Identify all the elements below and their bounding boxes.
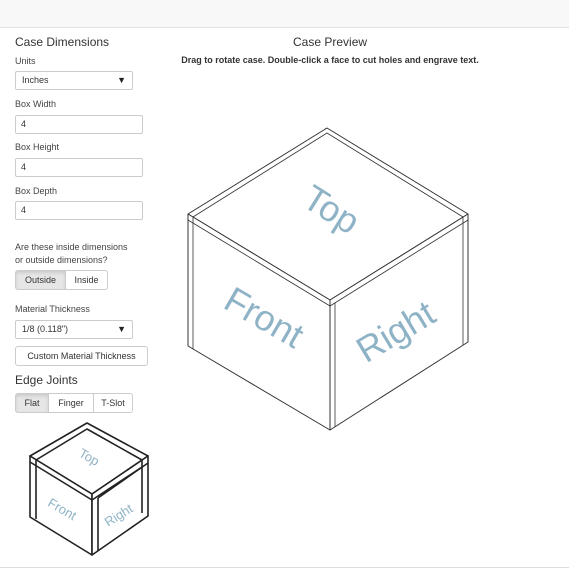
outside-button[interactable]: Outside (15, 270, 66, 290)
box-depth-input[interactable]: 4 (15, 201, 143, 220)
preview-instructions: Drag to rotate case. Double-click a face… (181, 55, 479, 65)
preview-heading: Case Preview (293, 35, 368, 49)
joint-tslot-button[interactable]: T-Slot (93, 393, 133, 413)
box-width-label: Box Width (15, 99, 57, 109)
units-select[interactable]: Inches ▼ (15, 71, 133, 90)
custom-thickness-button[interactable]: Custom Material Thickness (15, 346, 148, 366)
units-value: Inches (22, 75, 49, 85)
top-bar (0, 0, 569, 28)
material-thickness-value: 1/8 (0.118") (22, 324, 69, 334)
dropdown-arrow-icon: ▼ (117, 75, 126, 85)
joint-flat-button[interactable]: Flat (15, 393, 49, 413)
box-height-input[interactable]: 4 (15, 158, 143, 177)
joint-thumbnail: Top Front Right (29, 422, 149, 556)
dropdown-arrow-icon: ▼ (117, 324, 126, 334)
case-dimensions-heading: Case Dimensions (15, 35, 110, 49)
material-thickness-select[interactable]: 1/8 (0.118") ▼ (15, 320, 133, 339)
case-preview-canvas[interactable]: Top Front Right (180, 120, 480, 440)
material-thickness-label: Material Thickness (15, 304, 90, 314)
box-height-label: Box Height (15, 142, 60, 152)
units-label: Units (15, 56, 36, 66)
box-depth-label: Box Depth (15, 186, 58, 196)
dimensions-question: Are these inside dimensions or outside d… (15, 241, 128, 267)
edge-joints-heading: Edge Joints (15, 373, 78, 387)
inside-button[interactable]: Inside (65, 270, 108, 290)
bottom-divider (0, 567, 569, 568)
joint-finger-button[interactable]: Finger (48, 393, 94, 413)
dimensions-question-line1: Are these inside dimensions (15, 242, 128, 252)
dimensions-question-line2: or outside dimensions? (15, 255, 108, 265)
box-width-input[interactable]: 4 (15, 115, 143, 134)
